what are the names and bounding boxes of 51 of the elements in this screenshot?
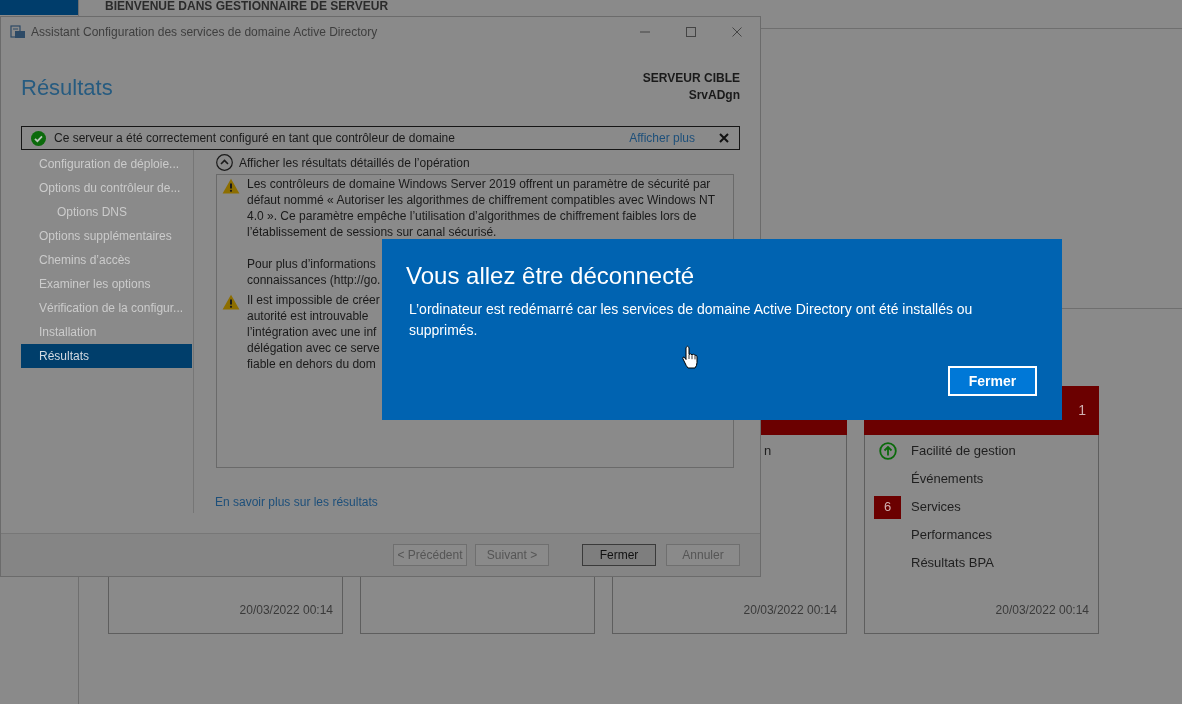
- window-title: Assistant Configuration des services de domaine Active Directory: [31, 24, 378, 41]
- alert-count: 1: [1078, 401, 1086, 420]
- tile-item[interactable]: Facilité de gestion: [911, 441, 1016, 461]
- tile-item[interactable]: n: [764, 441, 772, 461]
- wizard-step[interactable]: Chemins d’accès: [21, 248, 192, 272]
- close-dialog-button[interactable]: Fermer: [948, 366, 1037, 396]
- message-line: l’intégration avec une inf: [247, 324, 377, 341]
- learn-more-link[interactable]: En savoir plus sur les résultats: [215, 495, 378, 509]
- dialog-title: Vous allez être déconnecté: [406, 261, 695, 291]
- wizard-button[interactable]: Fermer: [582, 544, 656, 566]
- wizard-step[interactable]: Options supplémentaires: [21, 224, 192, 248]
- message-line: fiable en dehors du dom: [247, 356, 376, 373]
- wizard-step[interactable]: Installation: [21, 320, 192, 344]
- message-line: Il est impossible de créer: [247, 292, 380, 309]
- banner-message: Ce serveur a été correctement configuré en tant que contrôleur de domaine: [54, 130, 455, 147]
- wizard-step[interactable]: Examiner les options: [21, 272, 192, 296]
- hand-cursor-icon: [682, 345, 698, 369]
- show-more-link[interactable]: Afficher plus: [629, 129, 695, 147]
- page-title: Résultats: [21, 74, 113, 102]
- tile-item[interactable]: Services: [911, 497, 961, 517]
- wizard-step[interactable]: Options du contrôleur de...: [21, 176, 192, 200]
- tile-item[interactable]: Événements: [911, 469, 984, 489]
- tile-item[interactable]: Résultats BPA: [911, 553, 994, 573]
- wizard-step[interactable]: Options DNS: [21, 200, 192, 224]
- dialog-message: L’ordinateur est redémarré car les services de domaine Active Directory ont été installés ou supprimés.: [409, 300, 974, 340]
- check-circle-icon: [31, 130, 46, 146]
- warning-icon: [222, 178, 240, 195]
- arrow-up-circle-icon: [878, 442, 897, 460]
- window-icon: [10, 25, 26, 39]
- close-icon[interactable]: [719, 133, 729, 143]
- chevron-up-circle-icon[interactable]: [216, 154, 233, 172]
- message-line: délégation avec ce serve: [247, 340, 380, 357]
- message-line: Pour plus d’informations: [247, 256, 376, 273]
- message-line: autorité est introuvable: [247, 308, 369, 325]
- maximize-icon[interactable]: [686, 27, 696, 37]
- close-icon[interactable]: [732, 27, 742, 37]
- message-text: Les contrôleurs de domaine Windows Server 2019 offrent un paramètre de sécurité par défaut nommé « Autoriser les algorithmes de chiffrement compatibles avec Windows NT 4.0 ». Ce paramètre empêche l’utilisation d’algorithmes de chiffrement faibles lors de l’établissement de sessions sur canal sécurisé.: [247, 176, 716, 241]
- wizard-step[interactable]: Configuration de déploie...: [21, 152, 192, 176]
- show-details-toggle[interactable]: Afficher les résultats détaillés de l’opération: [239, 153, 470, 172]
- message-line: connaissances (http://go.: [247, 272, 381, 289]
- wizard-step[interactable]: Résultats: [21, 344, 192, 368]
- timestamp: 20/03/2022 00:14: [239, 603, 333, 617]
- target-server-name: SrvADgn: [688, 87, 740, 104]
- wizard-step[interactable]: Vérification de la configur...: [21, 296, 192, 320]
- timestamp: 20/03/2022 00:14: [743, 603, 837, 617]
- warning-icon: [222, 294, 240, 311]
- page-heading: BIENVENUE DANS GESTIONNAIRE DE SERVEUR: [105, 0, 389, 12]
- count-badge: 6: [874, 495, 901, 519]
- target-server-label: SERVEUR CIBLE: [642, 70, 740, 87]
- timestamp: 20/03/2022 00:14: [995, 603, 1089, 617]
- tile-item[interactable]: Performances: [911, 525, 992, 545]
